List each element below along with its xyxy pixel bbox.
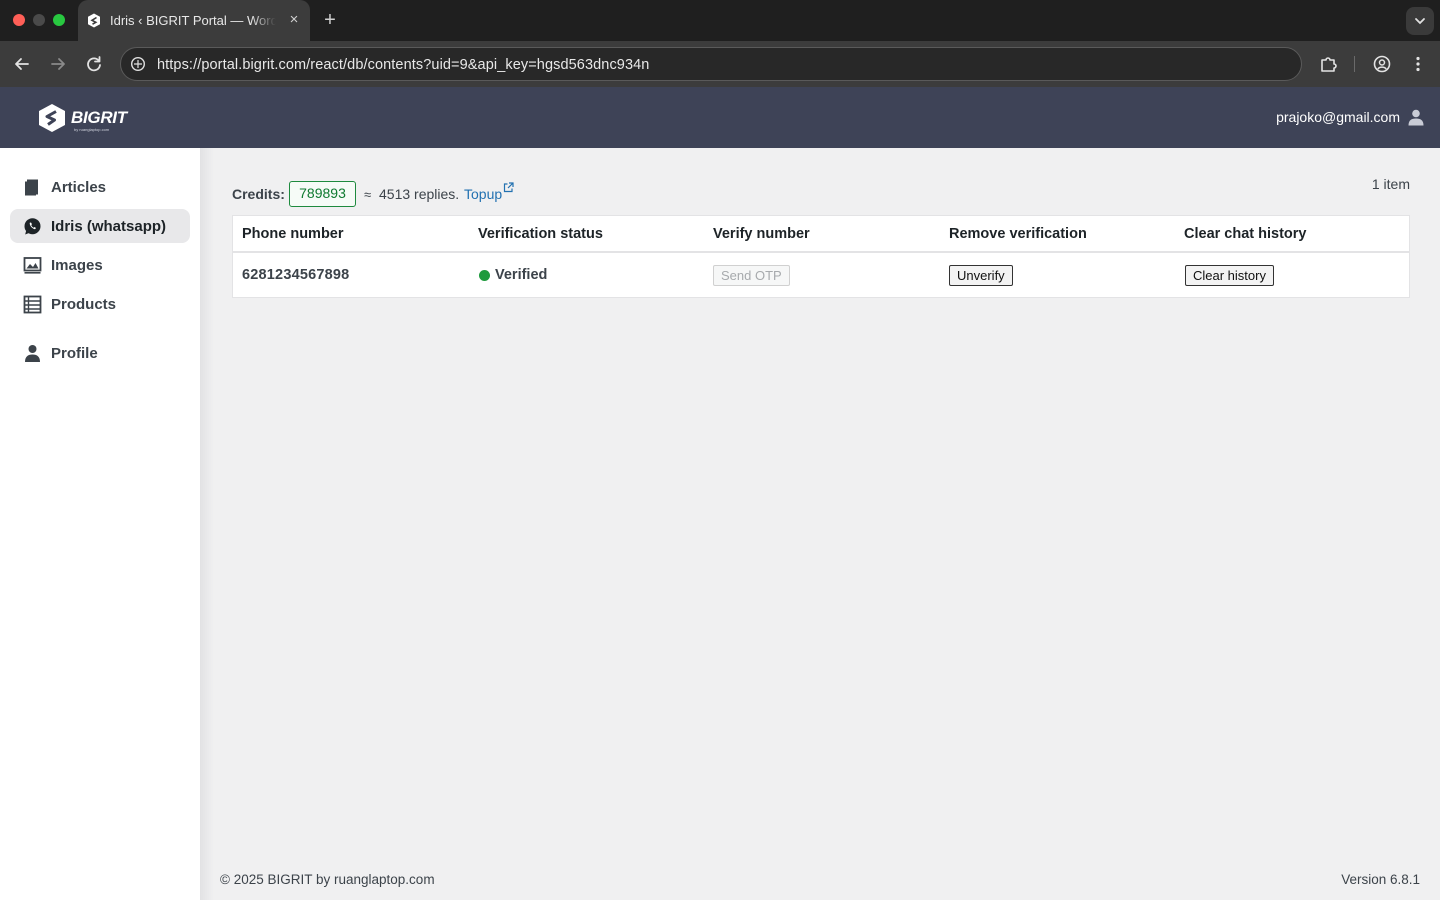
logo-subtext: by ruanglaptop.com [74, 127, 110, 132]
sidebar-item-images[interactable]: Images [10, 248, 190, 282]
sidebar-item-profile[interactable]: Profile [10, 336, 190, 370]
minimize-window-button[interactable] [33, 14, 45, 26]
user-icon [25, 345, 40, 362]
column-header-clear-chat-history: Clear chat history [1184, 226, 1307, 242]
logo-text: BIGRIT [71, 108, 127, 127]
tab-title: Idris ‹ BIGRIT Portal — WordPress [110, 13, 276, 28]
sidebar-item-label: Articles [51, 179, 107, 196]
profile-circle-icon[interactable] [1369, 51, 1395, 77]
app-header: BIGRIT by ruanglaptop.com prajoko@gmail.… [0, 87, 1440, 148]
sidebar: Articles Idris (whatsapp) Images Product… [0, 148, 200, 900]
column-header-verify-number: Verify number [713, 226, 810, 242]
address-url[interactable]: https://portal.bigrit.com/react/db/conte… [157, 57, 649, 73]
approx-symbol: ≈ [364, 187, 372, 202]
chevron-down-icon [1415, 18, 1425, 25]
bigrit-logo-icon[interactable] [38, 103, 66, 133]
send-otp-button[interactable]: Send OTP [713, 265, 790, 286]
forward-arrow-icon[interactable] [45, 51, 71, 77]
credits-value-badge: 789893 [289, 181, 356, 207]
user-icon[interactable] [1408, 109, 1424, 126]
close-window-button[interactable] [13, 14, 25, 26]
address-bar[interactable]: https://portal.bigrit.com/react/db/conte… [120, 47, 1302, 81]
column-header-remove-verification: Remove verification [949, 226, 1087, 242]
kebab-menu-icon[interactable] [1405, 51, 1431, 77]
user-email[interactable]: prajoko@gmail.com [1276, 109, 1400, 125]
tab-search-button[interactable] [1406, 7, 1434, 35]
status-dot-icon [479, 270, 490, 281]
new-tab-button[interactable]: + [318, 8, 342, 32]
phone-numbers-table: Phone number Verification status Verify … [232, 215, 1410, 298]
extensions-puzzle-icon[interactable] [1316, 51, 1342, 77]
browser-tab[interactable]: Idris ‹ BIGRIT Portal — WordPress × [78, 0, 310, 41]
external-link-icon[interactable] [503, 182, 514, 193]
verification-status-cell: Verified [495, 267, 548, 283]
tab-close-icon[interactable]: × [284, 9, 304, 31]
site-info-icon[interactable] [130, 56, 146, 72]
column-header-phone: Phone number [242, 226, 344, 242]
browser-tab-bar: Idris ‹ BIGRIT Portal — WordPress × + [0, 0, 1440, 41]
whatsapp-icon [24, 218, 41, 235]
replies-count: 4513 replies. [379, 186, 460, 202]
reload-icon[interactable] [81, 51, 107, 77]
credits-label: Credits: [232, 186, 285, 202]
sidebar-item-label: Images [51, 257, 103, 274]
image-icon [23, 257, 42, 274]
toolbar-divider [1354, 56, 1355, 72]
clear-history-button[interactable]: Clear history [1185, 265, 1274, 286]
topup-link[interactable]: Topup [464, 186, 502, 202]
maximize-window-button[interactable] [53, 14, 65, 26]
book-icon [25, 179, 38, 196]
unverify-button[interactable]: Unverify [949, 265, 1013, 286]
list-icon [23, 295, 42, 314]
sidebar-edge [200, 148, 214, 900]
sidebar-item-label: Products [51, 296, 117, 313]
sidebar-item-label: Profile [51, 345, 98, 362]
sidebar-item-label: Idris (whatsapp) [51, 218, 167, 235]
bigrit-favicon-icon [88, 13, 100, 28]
footer-version: Version 6.8.1 [1341, 872, 1420, 887]
browser-toolbar: https://portal.bigrit.com/react/db/conte… [0, 41, 1440, 87]
table-header: Phone number Verification status Verify … [233, 216, 1409, 253]
back-arrow-icon[interactable] [9, 51, 35, 77]
sidebar-item-idris-whatsapp[interactable]: Idris (whatsapp) [10, 209, 190, 243]
sidebar-item-products[interactable]: Products [10, 287, 190, 321]
table-row: 6281234567898 Verified Send OTP Unverify… [233, 253, 1409, 298]
phone-number-cell: 6281234567898 [242, 267, 350, 283]
sidebar-item-articles[interactable]: Articles [10, 170, 190, 204]
item-count: 1 item [1371, 176, 1410, 192]
column-header-verification-status: Verification status [478, 226, 603, 242]
footer-copyright: © 2025 BIGRIT by ruanglaptop.com [220, 872, 435, 887]
